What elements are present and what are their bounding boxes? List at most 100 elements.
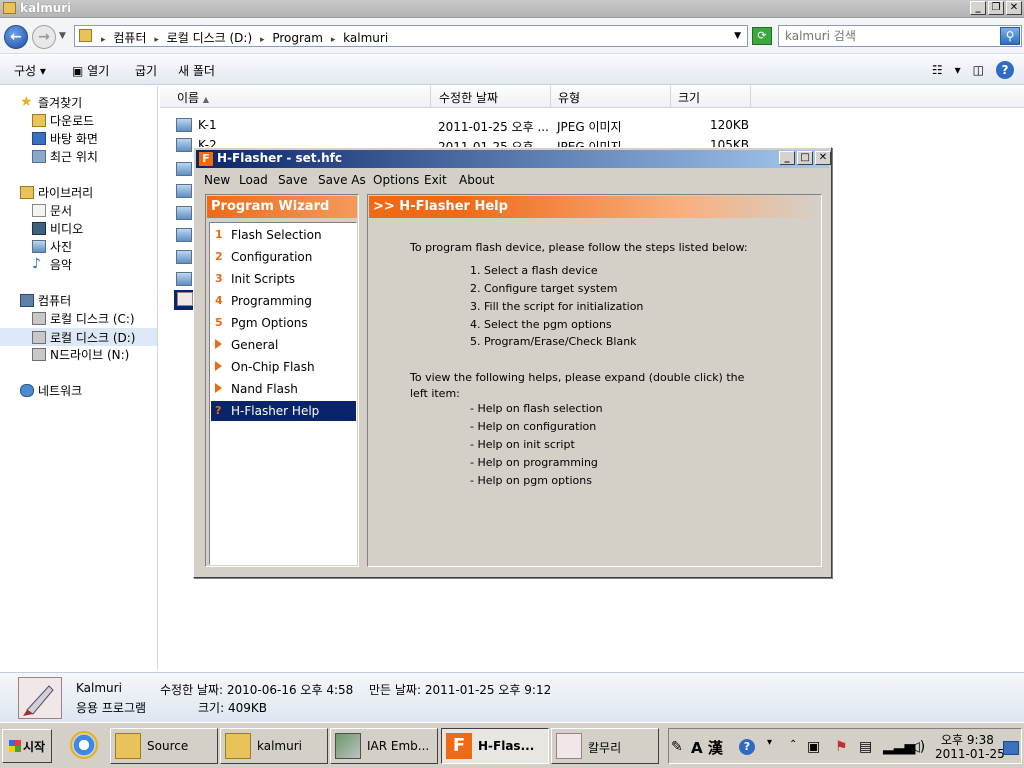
step-number-icon: 3 bbox=[215, 272, 223, 285]
view-options-icon[interactable]: ☷ bbox=[932, 63, 943, 77]
address-bar[interactable]: ▸ 컴퓨터 ▸ 로컬 디스크 (D:) ▸ Program ▸ kalmuri … bbox=[74, 25, 748, 47]
tree-item-pgm-options[interactable]: 5 Pgm Options bbox=[211, 313, 356, 333]
view-dropdown-icon[interactable]: ▾ bbox=[955, 63, 961, 77]
nav-drive-d[interactable]: 로컬 디스크 (D:) bbox=[0, 328, 157, 346]
column-type[interactable]: 유형 bbox=[558, 89, 580, 106]
breadcrumb-drive-d[interactable]: 로컬 디스크 (D:) bbox=[167, 31, 252, 45]
help-icon[interactable]: ? bbox=[739, 739, 755, 755]
tree-item-nand-flash[interactable]: Nand Flash bbox=[211, 379, 356, 399]
tray-app-icon[interactable]: ▣ bbox=[807, 739, 820, 755]
task-kalmuri-folder[interactable]: kalmuri bbox=[220, 728, 328, 764]
close-button[interactable]: ✕ bbox=[815, 151, 831, 165]
device-icon[interactable]: ▤ bbox=[859, 739, 872, 755]
recent-pages-dropdown[interactable]: ▼ bbox=[59, 31, 66, 41]
tree-item-label: Flash Selection bbox=[231, 228, 322, 242]
start-label: 시작 bbox=[22, 739, 46, 754]
tree-item-hflasher-help[interactable]: ? H-Flasher Help bbox=[211, 401, 356, 421]
breadcrumb-computer[interactable]: 컴퓨터 bbox=[113, 31, 146, 45]
nav-drive-n[interactable]: N드라이브 (N:) bbox=[32, 346, 129, 363]
search-icon[interactable]: ⚲ bbox=[1000, 27, 1020, 45]
search-box[interactable]: ⚲ bbox=[778, 25, 1022, 47]
start-button[interactable]: 시작 bbox=[2, 729, 52, 763]
menu-load[interactable]: Load bbox=[239, 173, 268, 187]
close-button[interactable]: ✕ bbox=[1006, 1, 1022, 15]
menu-exit[interactable]: Exit bbox=[424, 173, 447, 187]
show-hidden-icons[interactable]: ⌃ bbox=[789, 739, 797, 750]
column-modified[interactable]: 수정한 날짜 bbox=[439, 89, 498, 106]
hflasher-title-bar[interactable]: F H-Flasher - set.hfc _ □ ✕ bbox=[196, 150, 831, 168]
nav-drive-c[interactable]: 로컬 디스크 (C:) bbox=[32, 310, 135, 327]
tree-item-general[interactable]: General bbox=[211, 335, 356, 355]
volume-icon[interactable]: ◁) bbox=[909, 739, 925, 755]
help-step: 4. Select the pgm options bbox=[470, 318, 612, 331]
breadcrumb-arrow[interactable]: ▸ bbox=[154, 35, 159, 45]
search-input[interactable] bbox=[785, 29, 995, 43]
menu-about[interactable]: About bbox=[459, 173, 494, 187]
nav-pictures[interactable]: 사진 bbox=[32, 238, 72, 255]
action-center-icon[interactable]: ⚑ bbox=[835, 739, 848, 755]
breadcrumb-arrow[interactable]: ▸ bbox=[260, 35, 265, 45]
nav-documents[interactable]: 문서 bbox=[32, 202, 72, 219]
burn-button[interactable]: 굽기 bbox=[135, 62, 157, 79]
task-source[interactable]: Source bbox=[110, 728, 218, 764]
address-dropdown[interactable]: ▼ bbox=[734, 31, 741, 41]
clock-date[interactable]: 2011-01-25 bbox=[935, 747, 1005, 761]
tree-item-flash-selection[interactable]: 1 Flash Selection bbox=[211, 225, 356, 245]
restore-button[interactable]: ❐ bbox=[988, 1, 1004, 15]
nav-recent-label: 최근 위치 bbox=[50, 150, 98, 164]
nav-libraries[interactable]: 라이브러리 bbox=[20, 184, 93, 201]
nav-downloads[interactable]: 다운로드 bbox=[32, 112, 94, 129]
drive-icon bbox=[32, 312, 46, 325]
nav-pictures-label: 사진 bbox=[50, 240, 73, 254]
breadcrumb-arrow[interactable]: ▸ bbox=[331, 35, 336, 45]
menu-save[interactable]: Save bbox=[278, 173, 307, 187]
tree-item-on-chip-flash[interactable]: On-Chip Flash bbox=[211, 357, 356, 377]
new-folder-button[interactable]: 새 폴더 bbox=[178, 62, 215, 79]
tree-item-configuration[interactable]: 2 Configuration bbox=[211, 247, 356, 267]
jpeg-image-icon bbox=[176, 272, 192, 286]
nav-music[interactable]: ♪ 음악 bbox=[32, 256, 72, 273]
menu-new[interactable]: New bbox=[204, 173, 230, 187]
menu-save-as[interactable]: Save As bbox=[318, 173, 366, 187]
refresh-button[interactable]: ⟳ bbox=[752, 27, 772, 45]
hflasher-logo-icon: F bbox=[446, 733, 472, 759]
tree-item-programming[interactable]: 4 Programming bbox=[211, 291, 356, 311]
nav-video[interactable]: 비디오 bbox=[32, 220, 83, 237]
open-button[interactable]: ▣ 열기 bbox=[72, 62, 109, 79]
forward-button[interactable]: → bbox=[32, 25, 56, 49]
breadcrumb-kalmuri[interactable]: kalmuri bbox=[343, 31, 388, 45]
nav-desktop[interactable]: 바탕 화면 bbox=[32, 130, 98, 147]
ime-mode-indicator[interactable]: A 漢 bbox=[691, 737, 723, 758]
back-button[interactable]: ← bbox=[4, 25, 28, 49]
task-hflasher[interactable]: F H-Flas... bbox=[441, 728, 549, 764]
arrow-right-icon bbox=[215, 383, 222, 393]
tree-item-init-scripts[interactable]: 3 Init Scripts bbox=[211, 269, 356, 289]
task-kalmuri-app[interactable]: 칼무리 bbox=[551, 728, 659, 764]
file-row[interactable]: K-1 2011-01-25 오후 ... JPEG 이미지 120KB bbox=[176, 116, 756, 136]
language-bar-icon[interactable]: ✎ bbox=[671, 739, 683, 755]
minimize-button[interactable]: _ bbox=[779, 151, 795, 165]
organize-button[interactable]: 구성 ▾ bbox=[14, 62, 46, 79]
breadcrumb-arrow[interactable]: ▸ bbox=[101, 35, 106, 45]
nav-network[interactable]: 네트워크 bbox=[20, 382, 82, 399]
minimize-button[interactable]: _ bbox=[970, 1, 986, 15]
nav-recent[interactable]: 최근 위치 bbox=[32, 148, 98, 165]
video-icon bbox=[32, 222, 46, 235]
help-icon[interactable]: ? bbox=[996, 61, 1014, 79]
navigation-pane: ★ 즐겨찾기 다운로드 바탕 화면 최근 위치 라이브러리 문서 비디오 사진 … bbox=[0, 86, 158, 670]
show-desktop-icon[interactable] bbox=[1003, 741, 1019, 755]
internet-explorer-icon[interactable] bbox=[70, 731, 98, 759]
preview-pane-icon[interactable]: ◫ bbox=[973, 63, 984, 77]
nav-drive-c-label: 로컬 디스크 (C:) bbox=[50, 312, 135, 326]
column-size[interactable]: 크기 bbox=[678, 89, 700, 106]
explorer-title-bar[interactable]: kalmuri _ ❐ ✕ bbox=[0, 0, 1024, 18]
nav-computer[interactable]: 컴퓨터 bbox=[20, 292, 71, 309]
clock-time[interactable]: 오후 9:38 bbox=[941, 731, 994, 748]
menu-options[interactable]: Options bbox=[373, 173, 419, 187]
maximize-button[interactable]: □ bbox=[797, 151, 813, 165]
column-name[interactable]: 이름 ▲ bbox=[177, 89, 209, 106]
task-iar[interactable]: IAR Emb... bbox=[330, 728, 438, 764]
options-arrow-icon[interactable]: ▾ bbox=[767, 737, 772, 748]
nav-favorites[interactable]: ★ 즐겨찾기 bbox=[20, 94, 82, 111]
breadcrumb-program[interactable]: Program bbox=[272, 31, 323, 45]
